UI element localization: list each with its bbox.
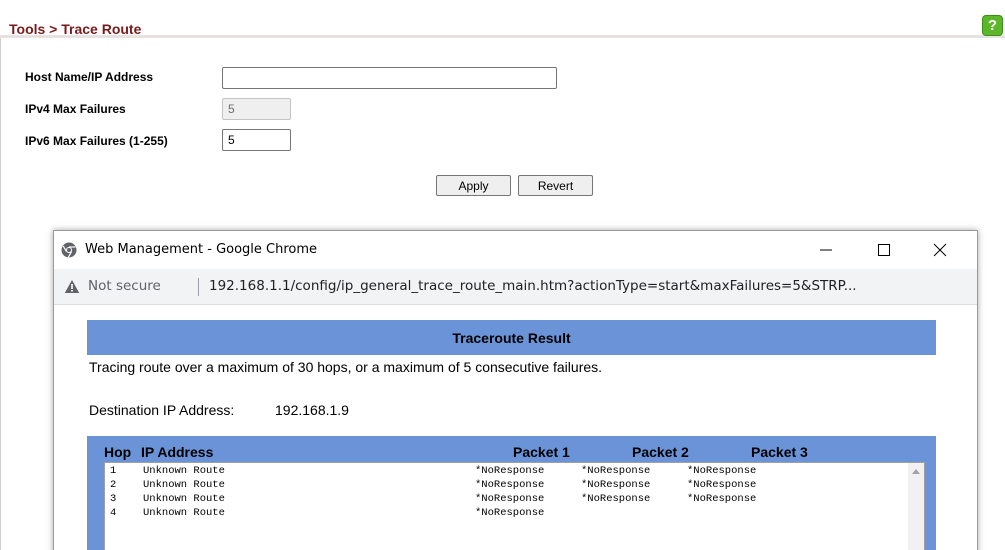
ipv6-max-failures-input[interactable]: [222, 129, 291, 151]
packet3-cell: *NoResponse: [687, 479, 757, 491]
hop-cell: 4: [110, 507, 117, 519]
destination-label: Destination IP Address:: [89, 402, 235, 418]
ipv6-max-failures-label: IPv6 Max Failures (1-255): [25, 134, 168, 148]
packet1-cell: *NoResponse: [475, 479, 545, 491]
window-titlebar[interactable]: Web Management - Google Chrome: [54, 231, 977, 269]
ip-cell: Unknown Route: [143, 479, 225, 491]
left-divider: [0, 38, 1, 550]
column-header-ip-address: IP Address: [141, 444, 214, 460]
vertical-scrollbar[interactable]: [908, 463, 924, 550]
host-input[interactable]: [222, 67, 557, 89]
apply-button[interactable]: Apply: [436, 175, 511, 196]
warning-icon[interactable]: [64, 279, 80, 294]
packet2-cell: *NoResponse: [581, 465, 651, 477]
column-header-hop: Hop: [104, 444, 132, 460]
column-header-packet-1: Packet 1: [513, 444, 570, 460]
destination-value: 192.168.1.9: [275, 402, 349, 418]
ip-cell: Unknown Route: [143, 493, 225, 505]
packet3-cell: *NoResponse: [687, 493, 757, 505]
revert-button[interactable]: Revert: [518, 175, 593, 196]
column-header-packet-3: Packet 3: [751, 444, 808, 460]
packet3-cell: *NoResponse: [687, 465, 757, 477]
host-label: Host Name/IP Address: [25, 70, 154, 84]
url-text[interactable]: 192.168.1.1/config/ip_general_trace_rout…: [209, 278, 969, 294]
maximize-icon[interactable]: [864, 237, 904, 263]
chrome-icon: [61, 242, 77, 258]
popup-content: Traceroute Result Tracing route over a m…: [54, 306, 977, 550]
traceroute-popup-window: Web Management - Google Chrome Not secur…: [53, 230, 978, 550]
packet1-cell: *NoResponse: [475, 507, 545, 519]
ip-cell: Unknown Route: [143, 465, 225, 477]
ipv4-max-failures-label: IPv4 Max Failures: [25, 102, 126, 116]
packet2-cell: *NoResponse: [581, 493, 651, 505]
address-bar[interactable]: Not secure 192.168.1.1/config/ip_general…: [54, 269, 977, 305]
ip-cell: Unknown Route: [143, 507, 225, 519]
minimize-icon[interactable]: [806, 237, 846, 263]
close-icon[interactable]: [920, 237, 960, 263]
page-header: Tools > Trace Route ?: [0, 0, 1005, 38]
address-divider: [198, 278, 199, 296]
not-secure-label[interactable]: Not secure: [88, 278, 161, 294]
breadcrumb: Tools > Trace Route: [9, 21, 142, 37]
traceroute-result-header: Traceroute Result: [87, 320, 936, 355]
result-textarea[interactable]: 1 Unknown Route *NoResponse *NoResponse …: [104, 462, 925, 550]
scroll-up-arrow-icon[interactable]: [912, 469, 920, 474]
hop-cell: 2: [110, 479, 117, 491]
trace-info-text: Tracing route over a maximum of 30 hops,…: [89, 359, 603, 375]
hop-cell: 3: [110, 493, 117, 505]
window-title: Web Management - Google Chrome: [85, 242, 318, 257]
help-icon[interactable]: ?: [982, 15, 1003, 36]
packet2-cell: *NoResponse: [581, 479, 651, 491]
packet1-cell: *NoResponse: [475, 465, 545, 477]
hop-cell: 1: [110, 465, 117, 477]
hop-table: Hop IP Address Packet 1 Packet 2 Packet …: [87, 436, 936, 550]
packet1-cell: *NoResponse: [475, 493, 545, 505]
ipv4-max-failures-input: [222, 98, 291, 120]
column-header-packet-2: Packet 2: [632, 444, 689, 460]
